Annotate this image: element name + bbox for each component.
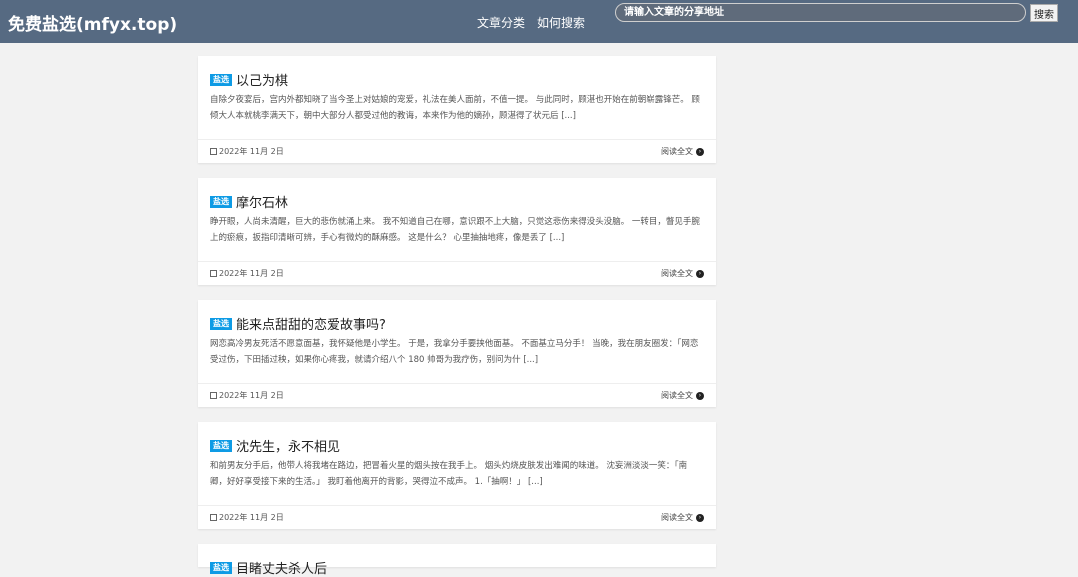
post-title-row[interactable]: 盐选 能来点甜甜的恋爱故事吗? [210,314,386,333]
read-more-label: 阅读全文 [661,391,693,400]
site-header: 免费盐选(mfyx.top) 文章分类 如何搜索 搜索 [0,0,1078,43]
category-badge: 盐选 [210,195,232,208]
read-more-link[interactable]: 阅读全文 › [661,390,704,401]
read-more-label: 阅读全文 [661,147,693,156]
search-input[interactable] [615,3,1026,22]
post-card: 盐选 能来点甜甜的恋爱故事吗? 网恋高冷男友死活不愿意面基，我怀疑他是小学生。 … [198,300,716,407]
post-date: 2022年 11月 2日 [210,146,284,157]
divider [198,139,716,140]
category-badge: 盐选 [210,73,232,86]
post-card: 盐选 以己为棋 自除夕夜宴后，宫内外都知晓了当今圣上对姑娘的宠爱，礼法在美人面前… [198,56,716,163]
post-title-row[interactable]: 盐选 沈先生，永不相见 [210,436,340,455]
category-badge: 盐选 [210,561,232,574]
post-date-text: 2022年 11月 2日 [219,269,284,278]
post-date-text: 2022年 11月 2日 [219,147,284,156]
post-excerpt: 自除夕夜宴后，宫内外都知晓了当今圣上对姑娘的宠爱，礼法在美人面前，不值一提。 与… [210,95,700,121]
post-title-row[interactable]: 盐选 目睹丈夫杀人后 [210,558,327,577]
post-title[interactable]: 摩尔石林 [236,192,288,211]
arrow-right-icon: › [696,269,704,278]
read-more-link[interactable]: 阅读全文 › [661,512,704,523]
category-badge: 盐选 [210,317,232,330]
post-title-row[interactable]: 盐选 以己为棋 [210,70,288,89]
main-nav: 文章分类 如何搜索 [477,14,585,31]
post-date: 2022年 11月 2日 [210,512,284,523]
calendar-icon [210,148,217,155]
post-card: 盐选 目睹丈夫杀人后 [198,544,716,577]
post-date-text: 2022年 11月 2日 [219,391,284,400]
divider [198,261,716,262]
search-button[interactable]: 搜索 [1030,4,1058,22]
read-more-label: 阅读全文 [661,269,693,278]
category-badge: 盐选 [210,439,232,452]
divider [198,505,716,506]
post-excerpt: 和前男友分手后，他带人将我堵在路边，把冒着火星的烟头按在我手上。 烟头灼烧皮肤发… [210,461,688,487]
post-date-text: 2022年 11月 2日 [219,513,284,522]
post-title[interactable]: 以己为棋 [236,70,288,89]
post-excerpt: 网恋高冷男友死活不愿意面基，我怀疑他是小学生。 于是，我拿分手要挟他面基。 不面… [210,339,699,365]
nav-item-how-to-search[interactable]: 如何搜索 [537,14,585,31]
calendar-icon [210,514,217,521]
arrow-right-icon: › [696,391,704,400]
post-date: 2022年 11月 2日 [210,268,284,279]
post-card: 盐选 沈先生，永不相见 和前男友分手后，他带人将我堵在路边，把冒着火星的烟头按在… [198,422,716,529]
post-title[interactable]: 能来点甜甜的恋爱故事吗? [236,314,386,333]
divider [198,383,716,384]
arrow-right-icon: › [696,513,704,522]
post-card: 盐选 摩尔石林 睁开眼，人尚未清醒，巨大的悲伤就涌上来。 我不知道自己在哪，意识… [198,178,716,285]
post-title[interactable]: 沈先生，永不相见 [236,436,340,455]
read-more-label: 阅读全文 [661,513,693,522]
post-title-row[interactable]: 盐选 摩尔石林 [210,192,288,211]
post-title[interactable]: 目睹丈夫杀人后 [236,558,327,577]
arrow-right-icon: › [696,147,704,156]
read-more-link[interactable]: 阅读全文 › [661,268,704,279]
post-date: 2022年 11月 2日 [210,390,284,401]
site-title[interactable]: 免费盐选(mfyx.top) [8,10,177,35]
nav-item-categories[interactable]: 文章分类 [477,14,525,31]
calendar-icon [210,270,217,277]
calendar-icon [210,392,217,399]
read-more-link[interactable]: 阅读全文 › [661,146,704,157]
post-excerpt: 睁开眼，人尚未清醒，巨大的悲伤就涌上来。 我不知道自己在哪，意识跟不上大脑，只觉… [210,217,700,243]
